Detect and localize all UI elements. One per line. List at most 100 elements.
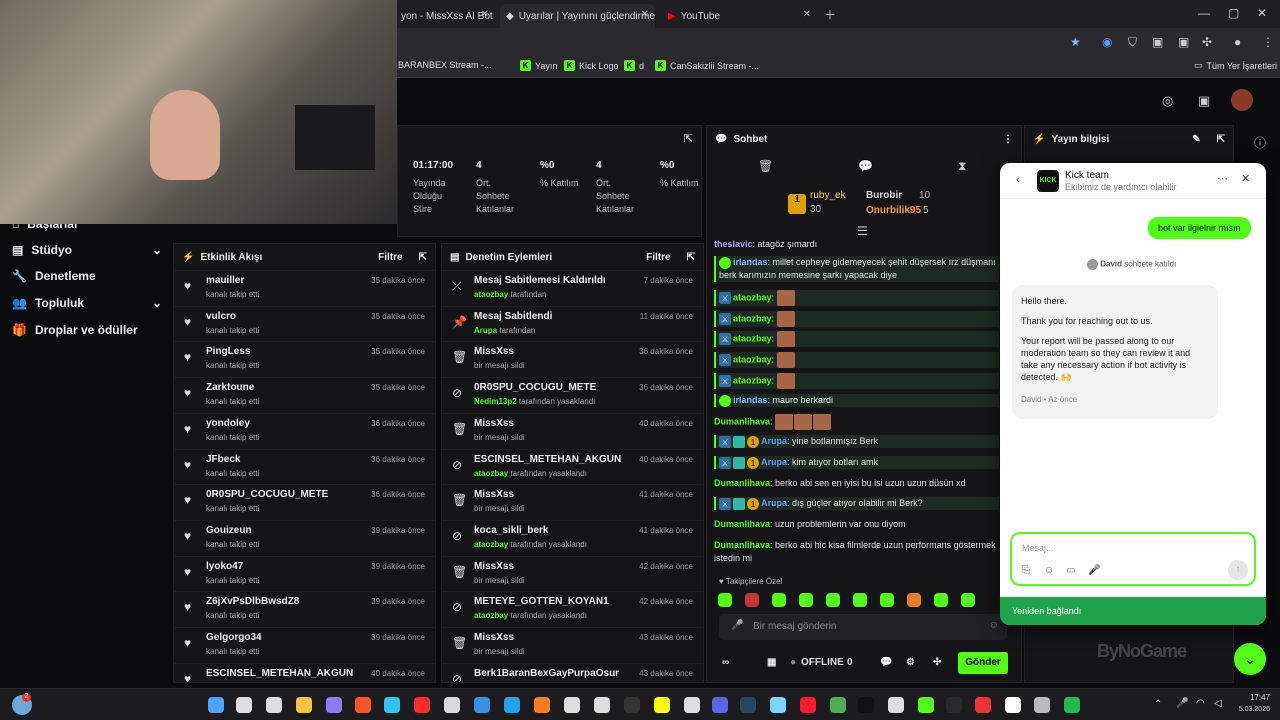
moderator-name[interactable]: Arupa bbox=[474, 326, 497, 335]
search-icon[interactable] bbox=[236, 697, 252, 713]
chat-message[interactable]: Dumanlihava: bbox=[714, 414, 999, 430]
activity-row[interactable]: ♥ PingLess kanalı takip etti 35 dakika ö… bbox=[174, 341, 435, 377]
chat-username[interactable]: Arupa bbox=[761, 498, 787, 508]
brave-icon[interactable] bbox=[355, 697, 371, 713]
studio-icon[interactable]: ▣ bbox=[1198, 93, 1210, 109]
shield-icon[interactable]: ⛉ bbox=[1128, 35, 1137, 50]
minimize-icon[interactable]: — bbox=[1198, 6, 1210, 20]
clock-icon[interactable] bbox=[594, 697, 610, 713]
app-icon[interactable] bbox=[684, 697, 700, 713]
windows-icon[interactable] bbox=[208, 697, 224, 713]
wifi-icon[interactable]: ◠ bbox=[1196, 698, 1205, 709]
store-icon[interactable]: ▦ bbox=[767, 657, 776, 668]
chat-message[interactable]: ⚔ ataozbay: bbox=[714, 352, 999, 368]
chat-username[interactable]: Dumanlihava bbox=[714, 416, 770, 426]
notepad-icon[interactable] bbox=[918, 697, 934, 713]
info-icon[interactable]: ⓘ bbox=[1254, 134, 1266, 151]
moderation-target[interactable]: MissXss bbox=[474, 489, 514, 500]
puzzle-icon[interactable]: ✣ bbox=[1202, 35, 1212, 49]
moderator-name[interactable]: Nedim13p2 bbox=[474, 397, 517, 406]
extension-icon[interactable]: ▣ bbox=[1152, 35, 1163, 49]
emote-button[interactable] bbox=[961, 593, 975, 607]
trash-icon[interactable]: 🗑 bbox=[758, 159, 773, 173]
activity-row[interactable]: ♥ Zarktoune kanalı takip etti 35 dakika … bbox=[174, 377, 435, 413]
close-icon[interactable]: ✕ bbox=[641, 9, 649, 20]
app-icon[interactable] bbox=[1034, 697, 1050, 713]
browser-tab-2[interactable]: ◆ Uyarılar | Yayınını güçlendirme ✕ bbox=[500, 4, 655, 28]
new-tab-icon[interactable]: ＋ bbox=[824, 6, 836, 23]
scroll-down-button[interactable]: ⌄ bbox=[1234, 643, 1266, 675]
chat-username[interactable]: Arupa bbox=[761, 457, 787, 467]
close-icon[interactable]: ✕ bbox=[1241, 172, 1250, 185]
moderation-row[interactable]: ⊘ ESCINSEL_METEHAN_AKGUN ataozbay tarafı… bbox=[442, 448, 703, 485]
moderation-target[interactable]: koca_sikli_berk bbox=[474, 525, 549, 536]
moderation-row[interactable]: ⊘ 0R0SPU_COCUGU_METE Nedim13p2 tarafında… bbox=[442, 377, 703, 413]
popout-icon[interactable]: ⇱ bbox=[1217, 134, 1225, 145]
activity-row[interactable]: ♥ yondoley kanalı takip etti 36 dakika ö… bbox=[174, 412, 435, 449]
activity-username[interactable]: ESCINSEL_METEHAN_AKGUN bbox=[206, 668, 353, 679]
chat-icon[interactable]: 💬 bbox=[858, 159, 873, 173]
opera-icon[interactable] bbox=[800, 697, 816, 713]
copilot-icon[interactable] bbox=[326, 697, 342, 713]
app-icon[interactable] bbox=[975, 697, 991, 713]
extension-icon[interactable]: ◉ bbox=[1102, 35, 1112, 49]
activity-username[interactable]: mauiller bbox=[206, 275, 244, 286]
moderation-row[interactable]: ⤫ Mesaj Sabitlemesi Kaldırıldı ataozbay … bbox=[442, 270, 703, 306]
moderation-target[interactable]: ESCINSEL_METEHAN_AKGUN bbox=[474, 454, 621, 465]
extension-icon[interactable]: ▣ bbox=[1178, 35, 1189, 49]
gear-icon[interactable]: ⚙ bbox=[906, 657, 915, 668]
activity-username[interactable]: yondoley bbox=[206, 418, 250, 429]
moderation-target[interactable]: Mesaj Sabitlendi bbox=[474, 311, 552, 322]
activity-row[interactable]: ♥ 0R0SPU_COCUGU_METE kanalı takip etti 3… bbox=[174, 484, 435, 520]
chat-username[interactable]: theslavic bbox=[714, 239, 753, 249]
moderation-target[interactable]: 0R0SPU_COCUGU_METE bbox=[474, 382, 596, 393]
moderation-target[interactable]: MissXss bbox=[474, 632, 514, 643]
moderation-target[interactable]: MissXss bbox=[474, 346, 514, 357]
epic-icon[interactable] bbox=[624, 697, 640, 713]
activity-row[interactable]: ♥ JFbeck kanalı takip etti 36 dakika önc… bbox=[174, 448, 435, 485]
chat-username[interactable]: ataozbay bbox=[733, 375, 772, 385]
chat-message[interactable]: theslavic: atagöz şımardı bbox=[714, 238, 999, 251]
chat-message[interactable]: Dumanlihava: uzun problemlerin var onu d… bbox=[714, 518, 999, 531]
menu-icon[interactable]: ⋮ bbox=[1262, 35, 1274, 49]
moderation-row[interactable]: 🗑 MissXss bir mesajı sildi 40 dakika önc… bbox=[442, 412, 703, 449]
chat-username[interactable]: Arupa bbox=[761, 436, 787, 446]
activity-row[interactable]: ♥ Gouizeun kanalı takip etti 39 dakika ö… bbox=[174, 519, 435, 556]
popout-icon[interactable]: ⇱ bbox=[687, 252, 695, 263]
hourglass-icon[interactable]: ⧗ bbox=[958, 159, 966, 174]
emote-button[interactable] bbox=[880, 593, 894, 607]
yandex-icon[interactable] bbox=[1005, 697, 1021, 713]
edit-icon[interactable]: ✎ bbox=[1192, 134, 1200, 145]
browser-tab-1[interactable]: yon - MissXss AI Bot S ✕ bbox=[395, 4, 495, 28]
moderation-row[interactable]: ⊘ METEYE_GOTTEN_KOYAN1 ataozbay tarafınd… bbox=[442, 591, 703, 627]
send-icon[interactable]: ↑ bbox=[1228, 560, 1248, 580]
tiktok-icon[interactable] bbox=[858, 697, 874, 713]
chat-username[interactable]: ataozbay bbox=[733, 333, 772, 343]
attach-icon[interactable]: ⎘ bbox=[1022, 565, 1030, 576]
moderation-row[interactable]: 🗑 MissXss bir mesajı sildi 43 dakika önc… bbox=[442, 627, 703, 663]
youtube-icon[interactable] bbox=[414, 697, 430, 713]
avatar[interactable] bbox=[1231, 89, 1253, 111]
activity-row[interactable]: ♥ lyoko47 kanalı takip etti 39 dakika ön… bbox=[174, 555, 435, 592]
app-icon[interactable] bbox=[946, 697, 962, 713]
bookmark-2[interactable]: K Kick Logo bbox=[564, 60, 619, 71]
clock-time[interactable]: 17:47 bbox=[1244, 693, 1270, 702]
moderation-row[interactable]: 🗑 MissXss bir mesajı sildi 42 dakika önc… bbox=[442, 555, 703, 592]
moderation-target[interactable]: Mesaj Sabitlemesi Kaldırıldı bbox=[474, 275, 606, 286]
browser-tab-3[interactable]: ▶ YouTube ✕ bbox=[662, 4, 817, 28]
close-icon[interactable]: ✕ bbox=[481, 9, 489, 20]
chat-message[interactable]: ⚔ 1 Arupa: dış güçler atıyor olabilir mi B… bbox=[714, 497, 999, 510]
folder-icon[interactable] bbox=[296, 697, 312, 713]
emote-button[interactable] bbox=[907, 593, 921, 607]
activity-row[interactable]: ♥ ESCINSEL_METEHAN_AKGUN 40 dakika önce bbox=[174, 662, 435, 682]
bookmark-4[interactable]: K CanSakizlii Stream -... bbox=[655, 60, 759, 71]
github-icon[interactable] bbox=[888, 697, 904, 713]
emote-button[interactable] bbox=[826, 593, 840, 607]
activity-username[interactable]: lyoko47 bbox=[206, 561, 243, 572]
moderator-name[interactable]: ataozbay bbox=[474, 540, 508, 549]
chat-icon[interactable]: 💬 bbox=[880, 657, 892, 668]
emoji-icon[interactable]: ☺ bbox=[989, 620, 999, 631]
filter-button[interactable]: Filtre bbox=[646, 252, 670, 263]
moderation-row[interactable]: ⊘ koca_sikli_berk ataozbay tarafından ya… bbox=[442, 519, 703, 556]
emote-button[interactable] bbox=[853, 593, 867, 607]
